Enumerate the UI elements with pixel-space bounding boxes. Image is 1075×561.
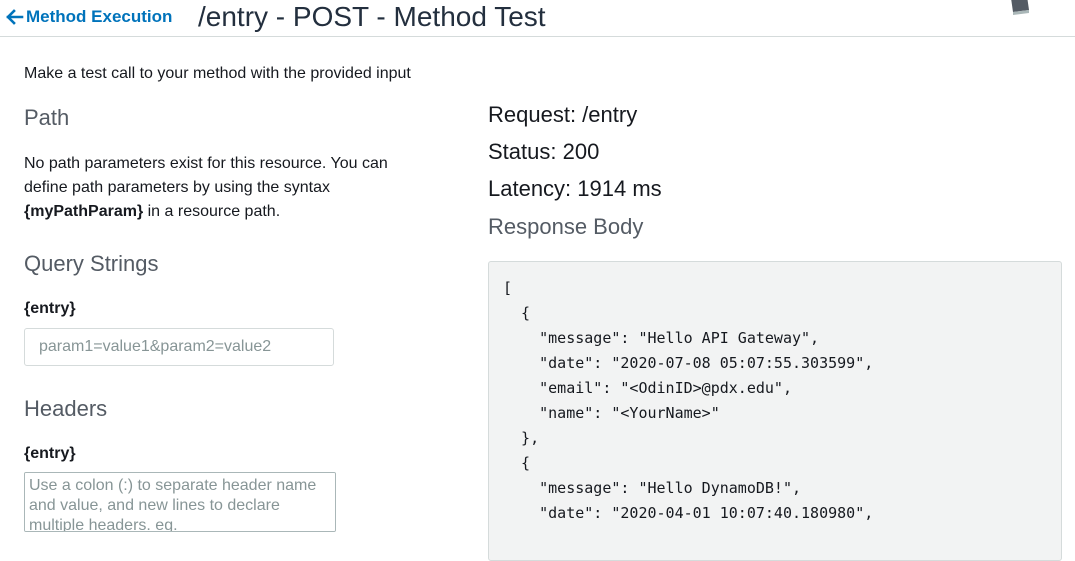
response-status: Status: 200: [488, 139, 600, 164]
response-body-heading: Response Body: [488, 214, 644, 239]
top-bar: Method Execution /entry - POST - Method …: [0, 0, 1075, 37]
query-strings-heading: Query Strings: [24, 251, 159, 276]
intro-text: Make a test call to your method with the…: [24, 65, 411, 82]
query-strings-input[interactable]: [24, 328, 334, 366]
response-body-box[interactable]: [ { "message": "Hello API Gateway", "dat…: [488, 261, 1062, 561]
query-strings-label: {entry}: [24, 300, 76, 317]
response-latency: Latency: 1914 ms: [488, 176, 662, 201]
arrow-left-icon: [6, 9, 24, 25]
path-desc-text: No path parameters exist for this resour…: [24, 155, 388, 196]
response-body-code: [ { "message": "Hello API Gateway", "dat…: [503, 279, 874, 522]
headers-label: {entry}: [24, 445, 76, 462]
path-description: No path parameters exist for this resour…: [24, 152, 404, 224]
headers-textarea[interactable]: [24, 472, 336, 532]
path-heading: Path: [24, 105, 70, 130]
path-desc-suffix: in a resource path.: [143, 203, 281, 220]
back-link-label: Method Execution: [26, 7, 173, 26]
request-path: Request: /entry: [488, 102, 638, 127]
book-icon[interactable]: [1007, 0, 1033, 16]
headers-heading: Headers: [24, 396, 108, 421]
page-title: /entry - POST - Method Test: [198, 1, 546, 32]
back-to-method-execution-link[interactable]: Method Execution: [6, 7, 172, 27]
path-param-syntax: {myPathParam}: [24, 203, 144, 220]
